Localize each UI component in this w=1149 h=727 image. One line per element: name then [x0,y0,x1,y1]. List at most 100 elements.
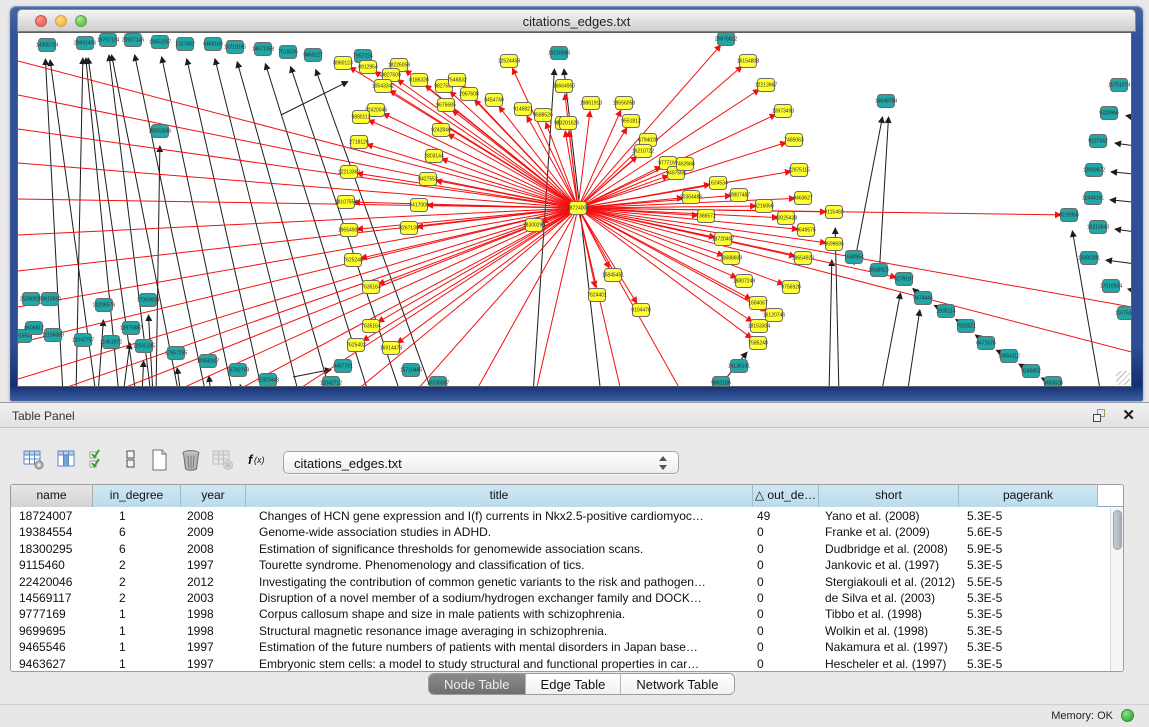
graph-node[interactable]: 1327602 [175,38,195,51]
graph-node[interactable]: 14355724 [36,39,58,52]
graph-node[interactable]: 14136141 [728,360,750,373]
graph-node[interactable]: 10719185 [224,41,246,54]
graph-node[interactable]: 9329966 [1099,107,1119,120]
graph-node[interactable]: 15845451 [602,269,624,282]
graph-edge[interactable] [209,376,211,386]
network-canvas[interactable]: 14355724 206914061875712420937146 10653267… [17,32,1132,387]
graph-node[interactable]: 19915590 [39,293,61,306]
graph-node[interactable]: 10025438 [775,212,797,225]
graph-node[interactable]: 18300295 [523,219,545,232]
graph-node[interactable]: 8454749 [484,94,504,107]
graph-node[interactable]: 10653267 [149,36,171,49]
graph-edge[interactable] [1115,143,1131,147]
graph-node[interactable]: 7635164 [361,320,381,333]
graph-node[interactable]: 7932621 [956,320,976,333]
graph-edge[interactable] [829,260,832,386]
table-row[interactable]: 1456911722003Disruption of a novel membe… [11,590,1110,606]
graph-node[interactable]: 8427552 [418,173,438,186]
graph-edge[interactable] [879,117,889,277]
graph-node[interactable]: 15716485 [400,364,422,377]
graph-edge[interactable] [1115,229,1131,233]
graph-node[interactable]: 9890112 [351,111,370,124]
graph-node[interactable]: 9474444 [913,292,933,305]
graph-node[interactable]: 16210722 [632,145,654,158]
graph-node[interactable]: 20206576 [93,299,115,312]
tab-node-table[interactable]: Node Table [429,674,526,694]
graph-edge[interactable] [1111,172,1131,175]
graph-edge[interactable] [281,82,348,115]
graph-node[interactable]: 19218586 [548,47,570,60]
graph-edge[interactable] [835,228,839,386]
graph-edge[interactable] [18,208,578,343]
graph-node[interactable]: 9699695 [824,238,844,251]
column-header-short[interactable]: short [819,485,959,507]
graph-node[interactable]: 11156889 [42,329,64,342]
graph-node[interactable]: 16154808 [737,55,759,68]
graph-edge[interactable] [176,208,578,386]
graph-node[interactable]: 20937146 [122,34,144,47]
graph-edge[interactable] [240,385,243,386]
graph-node[interactable]: 12213363 [338,166,360,179]
graph-node[interactable]: 8938923 [869,264,889,277]
graph-node[interactable]: 12505185 [133,340,155,353]
graph-edge[interactable] [135,55,206,386]
graph-node[interactable]: 17016504 [1100,280,1122,293]
graph-node[interactable]: 1684067 [748,297,768,310]
graph-edge[interactable] [363,208,578,341]
graph-node[interactable]: 9862186 [711,377,731,387]
graph-edge[interactable] [578,208,1131,355]
graph-node[interactable]: 7386572 [696,210,716,223]
graph-node[interactable]: 20053346 [149,125,171,138]
graph-node[interactable]: 16120746 [763,309,785,322]
graph-node[interactable]: 9463627 [793,192,813,205]
graph-node[interactable]: 18724007 [567,202,589,215]
graph-node[interactable]: 6279197 [894,273,914,286]
graph-edge[interactable] [18,208,578,379]
graph-node[interactable]: 9227342 [1088,135,1108,148]
graph-node[interactable]: 9104478 [631,304,651,317]
graph-node[interactable]: 7624401 [587,289,607,302]
resize-grip-icon[interactable] [1116,371,1130,385]
graph-node[interactable]: 17957255 [165,347,187,360]
graph-node[interactable]: 7515526 [278,46,298,59]
graph-node[interactable]: 18720407 [712,233,734,246]
graph-node[interactable]: 2967608 [459,88,479,101]
graph-node[interactable]: 19654923 [792,252,814,265]
graph-node[interactable]: 8186328 [409,74,429,87]
graph-node[interactable]: 8912954 [358,61,378,74]
function-builder-icon[interactable]: f(x) [246,448,272,474]
graph-node[interactable]: 12093872 [1083,164,1105,177]
graph-node[interactable]: 8215958 [1059,209,1079,222]
graph-node[interactable]: 10543342 [372,80,394,93]
graph-node[interactable]: 10688609 [720,252,742,265]
graph-node[interactable]: 11451972 [100,336,122,349]
graph-node[interactable]: 19654903 [338,224,360,237]
graph-node[interactable]: 15751074 [1108,79,1130,92]
graph-edge[interactable] [448,134,578,208]
graph-node[interactable]: 16648784 [875,95,897,108]
graph-node[interactable]: 2803144 [424,150,444,163]
graph-node[interactable]: 7485063 [784,134,804,147]
graph-node[interactable]: 18807249 [733,275,755,288]
graph-node[interactable]: 17359924 [137,294,159,307]
float-panel-icon[interactable] [1093,409,1107,423]
graph-node[interactable]: 18107554 [335,196,357,209]
graph-node[interactable]: 10807487 [728,189,750,202]
table-mode-icon[interactable] [22,448,48,474]
tab-edge-table[interactable]: Edge Table [526,674,622,694]
graph-node[interactable]: 9463628 [1043,377,1063,387]
graph-edge[interactable] [1110,200,1131,203]
graph-node[interactable]: 7462666 [675,158,695,171]
graph-edge[interactable] [177,368,181,386]
graph-node[interactable]: 16782759 [227,364,249,377]
graph-edge[interactable] [397,208,578,343]
graph-node[interactable]: 12444151 [1082,192,1104,205]
graph-node[interactable]: 18757124 [97,34,119,47]
vertical-scrollbar[interactable] [1110,508,1123,671]
graph-node[interactable]: 20691406 [74,37,96,50]
table-row[interactable]: 946554611997Estimation of the future num… [11,639,1110,655]
graph-node[interactable]: 12213967 [755,79,777,92]
graph-edge[interactable] [367,144,578,208]
scrollbar-thumb[interactable] [1113,510,1122,550]
graph-node[interactable]: 10654112 [998,350,1020,363]
